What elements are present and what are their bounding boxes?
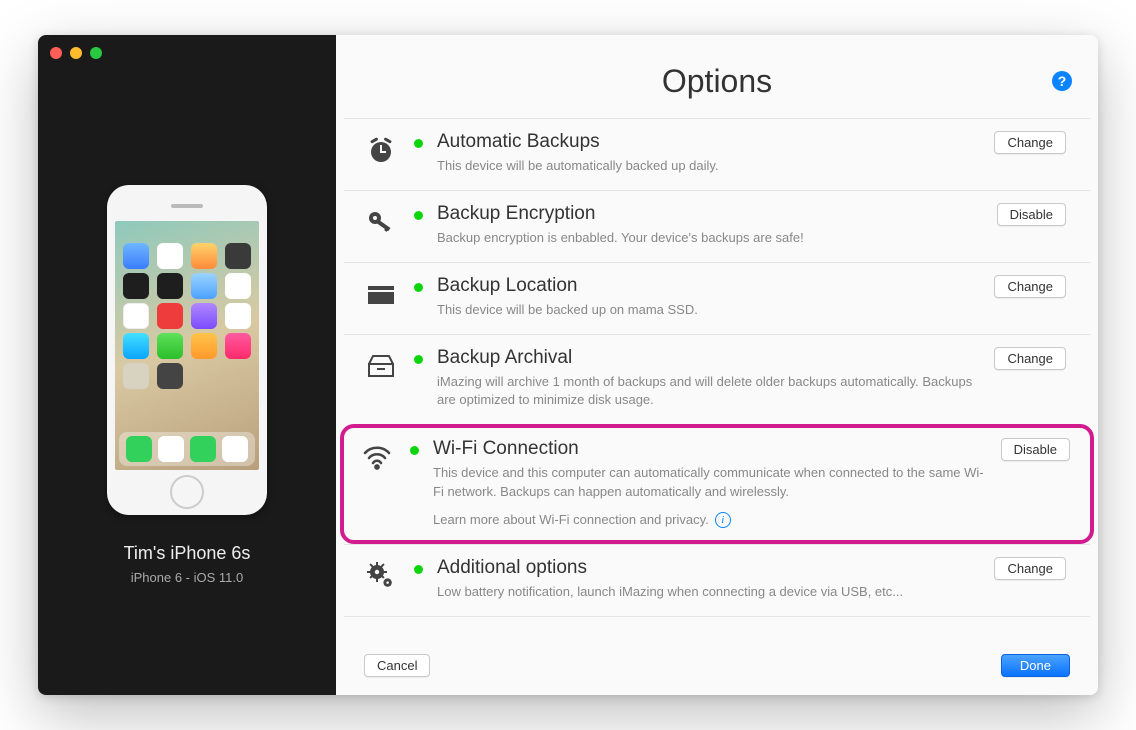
info-icon[interactable]: i xyxy=(715,512,731,528)
device-preview: Tim's iPhone 6s iPhone 6 - iOS 11.0 xyxy=(38,35,336,695)
alarm-clock-icon xyxy=(362,131,400,169)
option-desc: iMazing will archive 1 month of backups … xyxy=(437,373,980,411)
option-desc: Backup encryption is enbabled. Your devi… xyxy=(437,229,983,248)
status-dot xyxy=(410,446,419,455)
archive-box-icon xyxy=(362,347,400,385)
main-panel: Options ? Automatic Backups This device … xyxy=(336,35,1098,695)
wifi-learn-more[interactable]: Learn more about Wi-Fi connection and pr… xyxy=(433,512,987,528)
option-desc: Low battery notification, launch iMazing… xyxy=(437,583,980,602)
phone-mockup xyxy=(107,185,267,515)
minimize-window-button[interactable] xyxy=(70,47,82,59)
status-dot xyxy=(414,139,423,148)
options-window: Tim's iPhone 6s iPhone 6 - iOS 11.0 Opti… xyxy=(38,35,1098,695)
change-button[interactable]: Change xyxy=(994,131,1066,154)
option-desc: This device will be automatically backed… xyxy=(437,157,980,176)
sidebar: Tim's iPhone 6s iPhone 6 - iOS 11.0 xyxy=(38,35,336,695)
home-button-icon xyxy=(170,475,204,509)
page-title: Options xyxy=(360,63,1074,100)
option-wifi-connection: Wi-Fi Connection This device and this co… xyxy=(340,424,1094,544)
option-title: Wi-Fi Connection xyxy=(433,438,987,460)
option-backup-archival: Backup Archival iMazing will archive 1 m… xyxy=(344,334,1090,425)
disable-button[interactable]: Disable xyxy=(1001,438,1070,461)
key-icon xyxy=(362,203,400,241)
gears-icon xyxy=(362,557,400,595)
window-controls xyxy=(50,47,102,59)
options-list: Automatic Backups This device will be au… xyxy=(336,118,1098,640)
disable-button[interactable]: Disable xyxy=(997,203,1066,226)
help-icon[interactable]: ? xyxy=(1052,71,1072,91)
option-title: Backup Location xyxy=(437,275,980,297)
option-automatic-backups: Automatic Backups This device will be au… xyxy=(344,118,1090,190)
cancel-button[interactable]: Cancel xyxy=(364,654,430,677)
option-desc: This device and this computer can automa… xyxy=(433,464,987,502)
folder-icon xyxy=(362,275,400,313)
header: Options ? xyxy=(336,35,1098,118)
device-name: Tim's iPhone 6s xyxy=(124,543,251,564)
option-title: Backup Encryption xyxy=(437,203,983,225)
change-button[interactable]: Change xyxy=(994,347,1066,370)
close-window-button[interactable] xyxy=(50,47,62,59)
maximize-window-button[interactable] xyxy=(90,47,102,59)
option-title: Backup Archival xyxy=(437,347,980,369)
change-button[interactable]: Change xyxy=(994,557,1066,580)
done-button[interactable]: Done xyxy=(1001,654,1070,677)
option-title: Additional options xyxy=(437,557,980,579)
status-dot xyxy=(414,565,423,574)
option-additional: Additional options Low battery notificat… xyxy=(344,544,1090,617)
option-title: Automatic Backups xyxy=(437,131,980,153)
option-backup-location: Backup Location This device will be back… xyxy=(344,262,1090,334)
status-dot xyxy=(414,283,423,292)
device-meta: iPhone 6 - iOS 11.0 xyxy=(131,570,244,585)
status-dot xyxy=(414,211,423,220)
wifi-icon xyxy=(358,438,396,476)
option-backup-encryption: Backup Encryption Backup encryption is e… xyxy=(344,190,1090,262)
learn-more-text: Learn more about Wi-Fi connection and pr… xyxy=(433,512,709,527)
change-button[interactable]: Change xyxy=(994,275,1066,298)
option-desc: This device will be backed up on mama SS… xyxy=(437,301,980,320)
status-dot xyxy=(414,355,423,364)
footer: Cancel Done xyxy=(336,640,1098,695)
